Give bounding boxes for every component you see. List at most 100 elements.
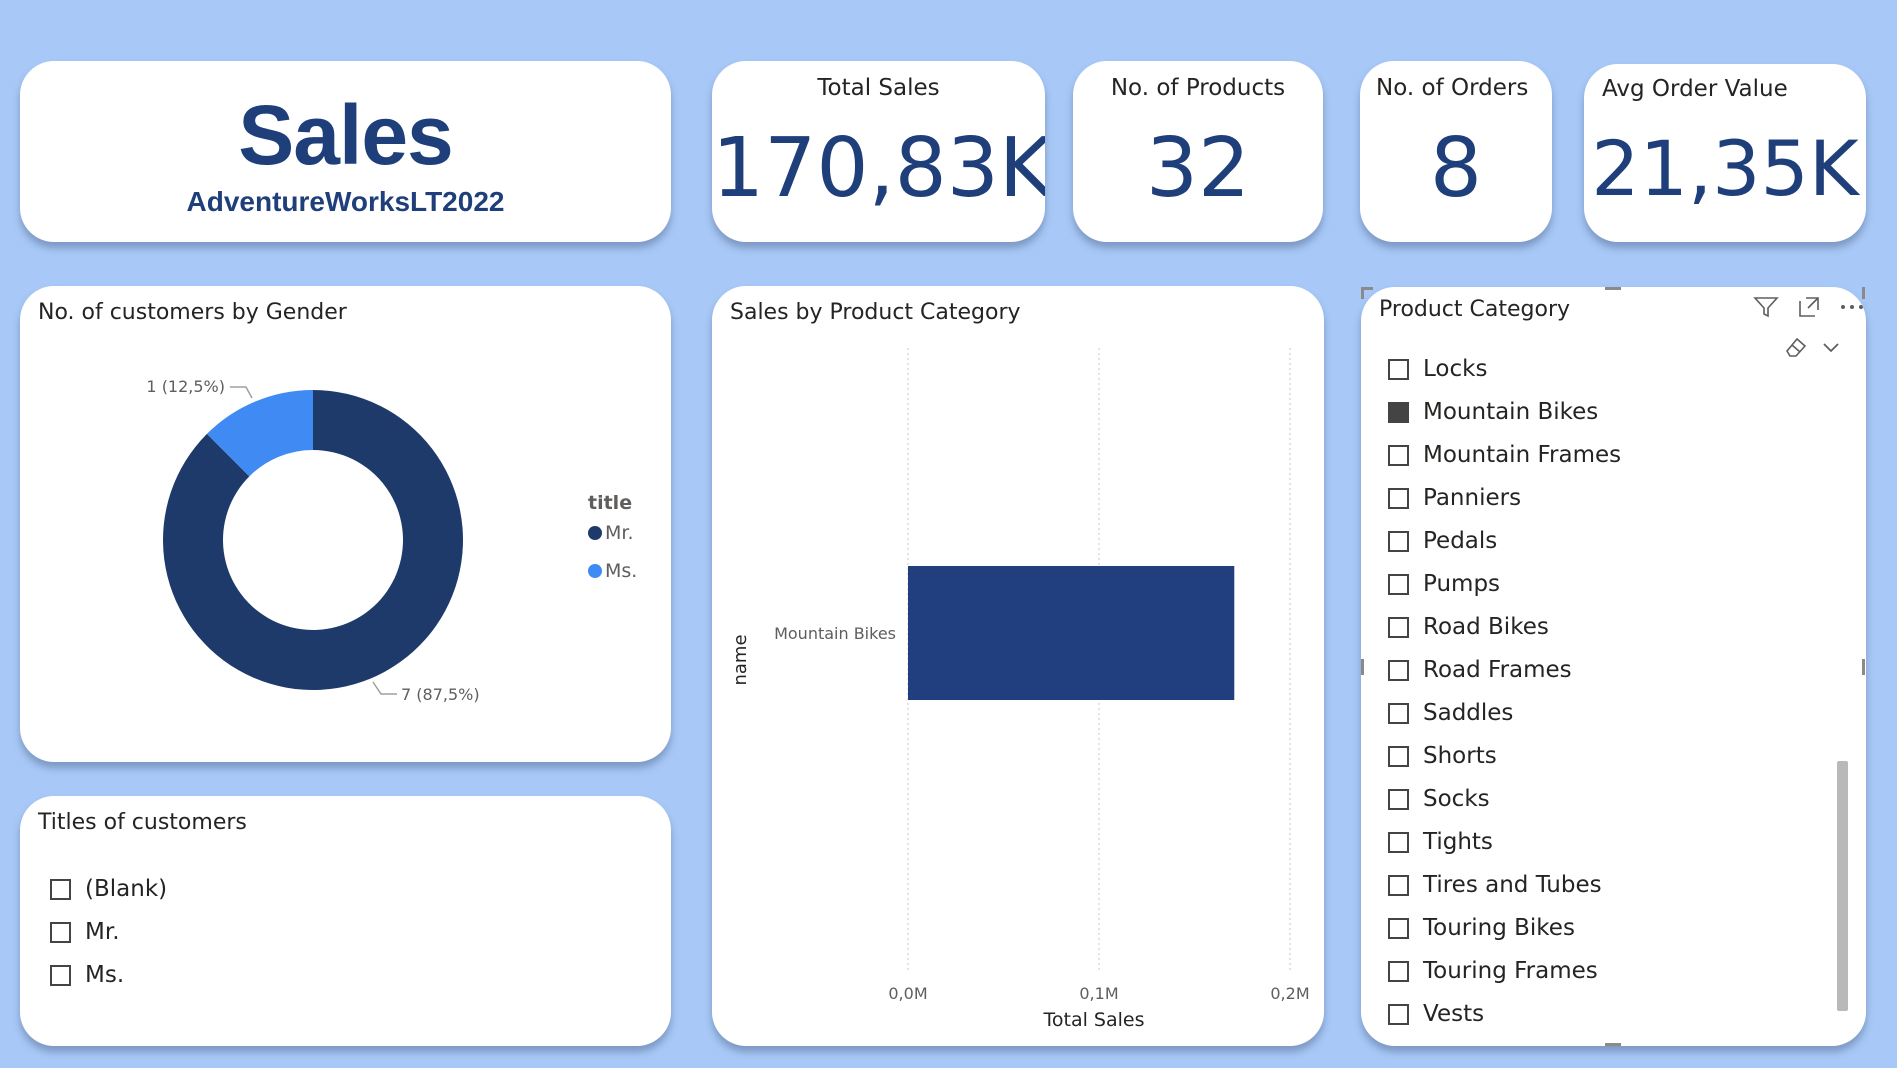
kpi-label: No. of Orders [1376,75,1529,101]
slicer-item-label: Vests [1423,1001,1485,1027]
slicer-item[interactable]: Touring Bikes [1388,915,1575,941]
x-tick-label: 0,0M [888,984,927,1003]
filter-icon[interactable] [1753,295,1779,319]
titles-option-blank[interactable]: (Blank) [50,876,167,902]
slicer-item-label: Shorts [1423,743,1497,769]
gender-donut-chart-card[interactable]: No. of customers by Gender 1 (12,5%) 7 (… [20,286,671,762]
kpi-card-total-sales[interactable]: Total Sales 170,83K [712,61,1045,242]
slicer-item[interactable]: Vests [1388,1001,1484,1027]
slicer-item-label: Mountain Bikes [1423,399,1599,425]
donut-data-label-ms: 1 (12,5%) [146,377,225,396]
slicer-item-selected[interactable]: Mountain Bikes [1388,399,1598,425]
option-label: Ms. [85,962,125,988]
slicer-item[interactable]: Mountain Frames [1388,442,1621,468]
leader-line-mr [372,681,397,695]
slicer-item[interactable]: Saddles [1388,700,1513,726]
slicer-item[interactable]: Pedals [1388,528,1497,554]
option-label: Mr. [85,919,120,945]
slicer-list[interactable]: Locks Mountain Bikes Mountain Frames Pan… [1361,347,1831,1033]
selection-handle[interactable] [1361,287,1364,299]
focus-mode-icon[interactable] [1797,295,1821,319]
sales-by-category-chart-card[interactable]: Sales by Product Category Mountain Bikes… [712,286,1324,1046]
slicer-item-label: Socks [1423,786,1490,812]
option-label: (Blank) [85,876,168,902]
checkbox[interactable] [1388,917,1409,939]
kpi-value: 32 [1145,121,1251,216]
selection-handle[interactable] [1862,287,1865,299]
slicer-item-label: Panniers [1423,485,1522,511]
product-category-slicer-card[interactable]: Product Category Locks Mountain Bikes Mo… [1361,287,1866,1046]
slicer-item-label: Road Frames [1423,657,1572,683]
legend-marker-ms [588,564,602,578]
slicer-item-label: Tires and Tubes [1423,872,1602,898]
kpi-value: 170,83K [712,121,1045,216]
slicer-item[interactable]: Road Frames [1388,657,1572,683]
checkbox[interactable] [1388,960,1409,982]
legend-item-mr[interactable]: Mr. [588,522,634,544]
kpi-card-avg-order-value[interactable]: Avg Order Value 21,35K [1584,64,1866,242]
checkbox-checked[interactable] [1388,401,1409,423]
checkbox[interactable] [50,964,71,986]
legend-marker-mr [588,526,602,540]
selection-handle[interactable] [1605,287,1621,290]
bar-chart: Mountain Bikes 0,0M 0,1M 0,2M Total Sales … [730,348,1310,1031]
checkbox[interactable] [1388,788,1409,810]
x-tick-label: 0,1M [1079,984,1118,1003]
leader-line-ms [230,386,253,399]
x-axis-title: Total Sales [1043,1009,1145,1031]
titles-option-ms[interactable]: Ms. [50,962,124,988]
legend-title: title [588,492,633,514]
slicer-item-label: Saddles [1423,700,1514,726]
slicer-item[interactable]: Tights [1388,829,1493,855]
slicer-item-label: Road Bikes [1423,614,1549,640]
checkbox[interactable] [1388,444,1409,466]
slicer-item[interactable]: Locks [1388,356,1487,382]
report-title: Sales [238,88,454,182]
slicer-scrollbar[interactable] [1837,761,1848,1011]
slicer-item[interactable]: Pumps [1388,571,1500,597]
kpi-card-num-products[interactable]: No. of Products 32 [1073,61,1323,242]
bar-mountain-bikes[interactable] [908,566,1235,700]
slicer-item[interactable]: Socks [1388,786,1490,812]
titles-option-mr[interactable]: Mr. [50,919,120,945]
slicer-item[interactable]: Panniers [1388,485,1521,511]
slicer-item-label: Tights [1423,829,1493,855]
checkbox[interactable] [1388,487,1409,509]
slicer-item-label: Touring Bikes [1423,915,1575,941]
slicer-item-label: Touring Frames [1423,958,1598,984]
checkbox[interactable] [50,921,71,943]
y-axis-title: name [730,634,751,685]
slicer-item[interactable]: Tires and Tubes [1388,872,1602,898]
selection-handle[interactable] [1361,659,1364,675]
checkbox[interactable] [1388,874,1409,896]
checkbox[interactable] [1388,1003,1409,1025]
selection-handle[interactable] [1862,659,1865,675]
y-category-label: Mountain Bikes [774,624,896,643]
checkbox[interactable] [1388,659,1409,681]
slicer-item-label: Mountain Frames [1423,442,1622,468]
checkbox[interactable] [1388,616,1409,638]
slicer-item-label: Pumps [1423,571,1501,597]
checkbox[interactable] [1388,831,1409,853]
legend-label: Ms. [605,560,638,582]
kpi-value: 21,35K [1591,124,1859,213]
kpi-label: Total Sales [817,75,940,101]
slicer-title: Product Category [1379,297,1571,322]
slicer-item-label: Pedals [1423,528,1498,554]
checkbox[interactable] [1388,702,1409,724]
selection-handle[interactable] [1605,1043,1621,1046]
slicer-item[interactable]: Touring Frames [1388,958,1598,984]
titles-slicer-card[interactable]: Titles of customers (Blank) Mr. Ms. [20,796,671,1046]
legend-label: Mr. [605,522,634,544]
kpi-value: 8 [1429,121,1483,216]
report-subtitle: AdventureWorksLT2022 [186,186,505,217]
checkbox[interactable] [1388,530,1409,552]
checkbox[interactable] [50,878,71,900]
checkbox[interactable] [1388,358,1409,380]
legend-item-ms[interactable]: Ms. [588,560,637,582]
checkbox[interactable] [1388,745,1409,767]
kpi-card-num-orders[interactable]: No. of Orders 8 [1360,61,1552,242]
checkbox[interactable] [1388,573,1409,595]
slicer-item[interactable]: Road Bikes [1388,614,1549,640]
slicer-item[interactable]: Shorts [1388,743,1497,769]
